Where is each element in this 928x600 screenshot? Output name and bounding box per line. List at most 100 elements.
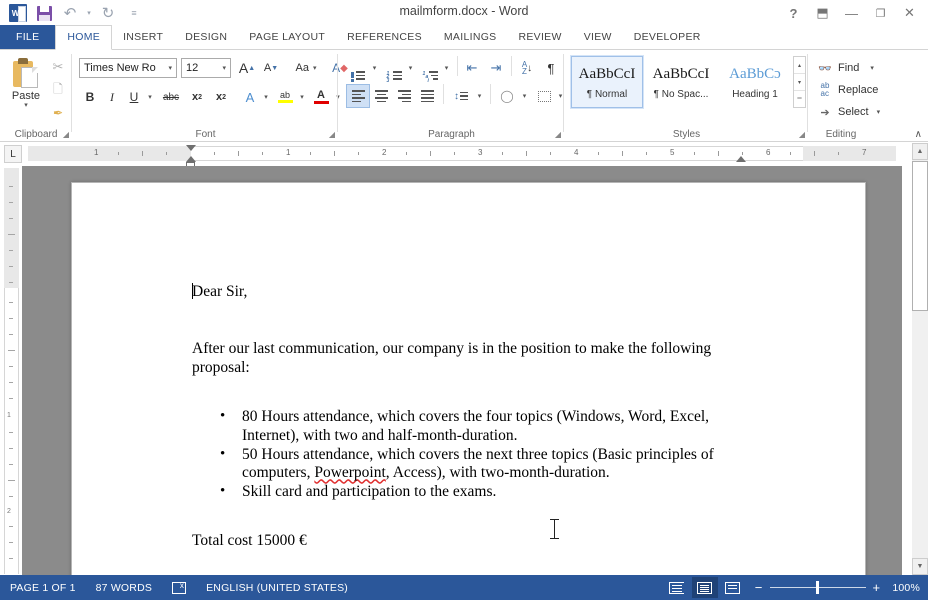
styles-scroll-down-button[interactable]: ▾ bbox=[794, 74, 805, 91]
decrease-indent-button[interactable]: ⇤ bbox=[461, 57, 483, 79]
read-mode-view-button[interactable] bbox=[664, 577, 690, 598]
increase-indent-button[interactable]: ⇥ bbox=[485, 57, 507, 79]
font-dialog-launcher[interactable]: ◢ bbox=[329, 130, 335, 139]
font-name-dropdown-icon[interactable]: ▾ bbox=[164, 64, 176, 72]
tab-insert[interactable]: INSERT bbox=[112, 25, 174, 49]
superscript-button[interactable]: x2 bbox=[210, 86, 232, 108]
document-page[interactable]: Dear Sir, After our last communication, … bbox=[71, 182, 866, 575]
tab-design[interactable]: DESIGN bbox=[174, 25, 238, 49]
help-button[interactable]: ? bbox=[779, 1, 808, 25]
shading-button[interactable]: ◯ bbox=[496, 85, 518, 107]
paragraph-total-cost[interactable]: Total cost 15000 € bbox=[192, 532, 752, 551]
font-name-input[interactable]: Times New Ro ▾ bbox=[79, 58, 177, 78]
select-dropdown-icon[interactable]: ▾ bbox=[877, 108, 881, 116]
tab-file[interactable]: FILE bbox=[0, 25, 56, 49]
restore-button[interactable]: ❐ bbox=[866, 1, 895, 25]
zoom-level-label[interactable]: 100% bbox=[888, 582, 920, 594]
zoom-out-button[interactable]: − bbox=[755, 581, 763, 594]
tab-home[interactable]: HOME bbox=[55, 25, 113, 50]
vertical-ruler[interactable]: 1 2 bbox=[4, 168, 19, 574]
scrollbar-thumb[interactable] bbox=[912, 161, 928, 311]
shrink-font-button[interactable]: A ▼ bbox=[260, 57, 282, 79]
bullets-button[interactable] bbox=[347, 57, 369, 82]
select-button[interactable]: ➔ Select ▾ bbox=[817, 102, 880, 122]
subscript-button[interactable]: x2 bbox=[186, 86, 208, 108]
redo-icon[interactable]: ↻ bbox=[96, 2, 120, 24]
vertical-scrollbar[interactable]: ▲ ▼ bbox=[912, 143, 928, 575]
align-right-button[interactable] bbox=[393, 85, 415, 107]
format-painter-button[interactable]: ✒ bbox=[48, 103, 68, 123]
borders-button[interactable] bbox=[533, 85, 555, 107]
paragraph-greeting[interactable]: Dear Sir, bbox=[192, 283, 752, 302]
undo-dropdown-icon[interactable]: ▾ bbox=[84, 2, 94, 24]
list-item[interactable]: 80 Hours attendance, which covers the fo… bbox=[192, 407, 752, 446]
paragraph-dialog-launcher[interactable]: ◢ bbox=[555, 130, 561, 139]
text-highlight-button[interactable]: ab bbox=[274, 86, 296, 108]
proofing-errors-icon[interactable] bbox=[162, 575, 196, 600]
underline-dropdown-icon[interactable]: ▾ bbox=[144, 86, 156, 108]
close-button[interactable]: ✕ bbox=[895, 1, 924, 25]
zoom-in-button[interactable]: + bbox=[873, 581, 881, 594]
tab-stop-selector[interactable]: L bbox=[4, 145, 22, 163]
show-formatting-marks-button[interactable]: ¶ bbox=[541, 57, 561, 79]
bold-button[interactable]: B bbox=[80, 86, 100, 108]
line-spacing-dropdown-icon[interactable]: ▾ bbox=[474, 85, 485, 107]
numbering-dropdown-icon[interactable]: ▾ bbox=[405, 57, 416, 79]
customize-qat-icon[interactable]: ≡ bbox=[122, 2, 146, 24]
ribbon-display-options-button[interactable]: ⬒ bbox=[808, 1, 837, 25]
text-effects-button[interactable]: A bbox=[240, 86, 260, 108]
sort-button[interactable]: A Z ↓ bbox=[516, 57, 538, 79]
style-item-heading-1[interactable]: AaBbCɔ Heading 1 bbox=[719, 56, 791, 108]
shading-dropdown-icon[interactable]: ▾ bbox=[519, 85, 530, 107]
copy-button[interactable]: 🗋 bbox=[48, 80, 68, 100]
text-effects-dropdown-icon[interactable]: ▾ bbox=[260, 86, 272, 108]
right-indent-marker[interactable] bbox=[736, 156, 746, 162]
tab-references[interactable]: REFERENCES bbox=[336, 25, 433, 49]
web-layout-view-button[interactable] bbox=[720, 577, 746, 598]
style-item-normal[interactable]: AaBbCcI ¶ Normal bbox=[570, 55, 644, 109]
cut-button[interactable]: ✂ bbox=[48, 57, 68, 77]
status-page-indicator[interactable]: PAGE 1 OF 1 bbox=[0, 575, 86, 600]
print-layout-view-button[interactable] bbox=[691, 577, 718, 598]
proposal-bullet-list[interactable]: 80 Hours attendance, which covers the fo… bbox=[192, 407, 752, 503]
zoom-thumb[interactable] bbox=[815, 581, 819, 594]
align-left-button[interactable] bbox=[346, 84, 370, 108]
tab-mailings[interactable]: MAILINGS bbox=[433, 25, 508, 49]
clipboard-dialog-launcher[interactable]: ◢ bbox=[63, 130, 69, 139]
zoom-track[interactable] bbox=[769, 581, 866, 594]
collapse-ribbon-button[interactable]: ∧ bbox=[915, 129, 922, 140]
styles-scroll-up-button[interactable]: ▴ bbox=[794, 57, 805, 74]
scroll-up-button[interactable]: ▲ bbox=[912, 143, 928, 160]
font-size-input[interactable]: 12 ▾ bbox=[181, 58, 231, 78]
zoom-slider[interactable]: − + bbox=[755, 581, 881, 594]
styles-more-button[interactable]: ═ bbox=[794, 91, 805, 107]
grow-font-button[interactable]: A ▲ bbox=[236, 57, 258, 79]
status-language[interactable]: ENGLISH (UNITED STATES) bbox=[196, 575, 358, 600]
find-button[interactable]: 👓 Find ▾ bbox=[817, 58, 874, 78]
align-center-button[interactable] bbox=[370, 85, 392, 107]
tab-page-layout[interactable]: PAGE LAYOUT bbox=[238, 25, 336, 49]
bullets-dropdown-icon[interactable]: ▾ bbox=[369, 57, 380, 79]
paste-dropdown-icon[interactable]: ▾ bbox=[24, 102, 28, 109]
document-canvas[interactable]: Dear Sir, After our last communication, … bbox=[22, 166, 902, 575]
horizontal-ruler[interactable]: 1 1 2 3 4 5 6 7 bbox=[28, 145, 896, 169]
undo-icon[interactable]: ↶ bbox=[58, 2, 82, 24]
minimize-button[interactable]: — bbox=[837, 1, 866, 25]
save-icon[interactable] bbox=[32, 2, 56, 24]
status-word-count[interactable]: 87 WORDS bbox=[86, 575, 162, 600]
tab-review[interactable]: REVIEW bbox=[507, 25, 572, 49]
numbering-button[interactable]: 1 2 3 bbox=[383, 57, 405, 83]
justify-button[interactable] bbox=[416, 85, 438, 107]
misspelled-word[interactable]: Powerpoint bbox=[314, 464, 385, 481]
scroll-down-button[interactable]: ▼ bbox=[912, 558, 928, 575]
style-item-no-spacing[interactable]: AaBbCcI ¶ No Spac... bbox=[645, 56, 717, 108]
replace-button[interactable]: ab ac Replace bbox=[817, 80, 879, 100]
paragraph-intro[interactable]: After our last communication, our compan… bbox=[192, 340, 752, 378]
font-color-button[interactable]: A bbox=[310, 86, 332, 108]
paste-button[interactable]: Paste ▾ bbox=[6, 56, 46, 122]
multilevel-list-button[interactable]: 1 a i bbox=[419, 57, 441, 83]
tab-developer[interactable]: DEVELOPER bbox=[623, 25, 712, 49]
change-case-button[interactable]: Aa ▾ bbox=[288, 57, 324, 79]
italic-button[interactable]: I bbox=[102, 86, 122, 108]
multilevel-dropdown-icon[interactable]: ▾ bbox=[441, 57, 452, 79]
